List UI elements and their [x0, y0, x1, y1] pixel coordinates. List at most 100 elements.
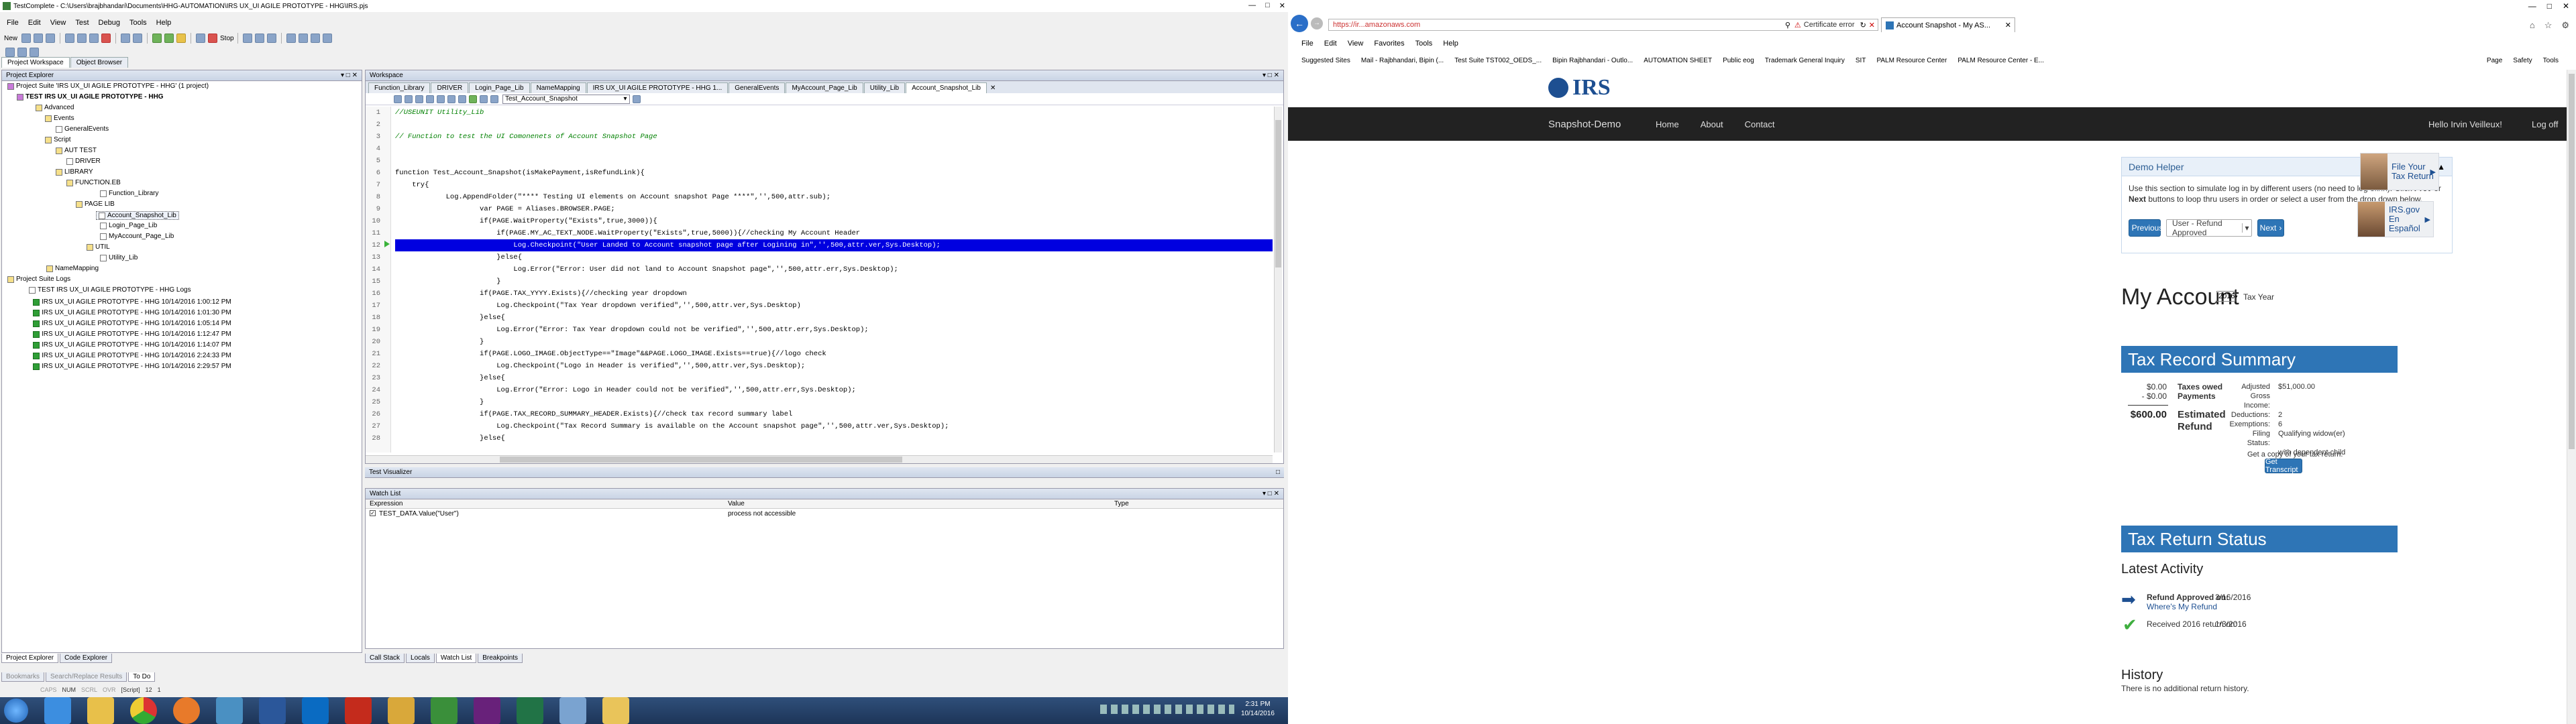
cmd-page[interactable]: Page [2487, 57, 2502, 64]
fav-public-eog[interactable]: Public eog [1723, 57, 1754, 64]
fav-suggested-sites[interactable]: Suggested Sites [1301, 57, 1350, 64]
tab-project-log[interactable]: IRS UX_UI AGILE PROTOTYPE - HHG 1... [586, 82, 729, 93]
promo-irs-espanol[interactable]: IRS.gov En Español ▶ [2357, 201, 2434, 237]
tree-log[interactable]: IRS UX_UI AGILE PROTOTYPE - HHG 10/14/20… [33, 309, 231, 316]
tab-project-explorer[interactable]: Project Explorer [1, 654, 59, 663]
tree-function-eb[interactable]: FUNCTION.EB [66, 179, 121, 186]
code-line[interactable]: 2 [366, 119, 1273, 131]
tree-project[interactable]: TEST IRS UX_UI AGILE PROTOTYPE - HHG [17, 93, 164, 101]
code-line[interactable]: 10 if(PAGE.WaitProperty("Exists",true,30… [366, 215, 1273, 227]
code-line[interactable]: 8 Log.AppendFolder("**** Testing UI elem… [366, 191, 1273, 203]
code-line[interactable]: 11 if(PAGE.MY_AC_TEXT_NODE.WaitProperty(… [366, 227, 1273, 239]
panel-buttons[interactable]: ▾ □ ✕ [1263, 490, 1279, 497]
tree-project-suite[interactable]: Project Suite 'IRS UX_UI AGILE PROTOTYPE… [7, 82, 209, 90]
fav-palm[interactable]: PALM Resource Center [1876, 57, 1947, 64]
tree-myaccount-page-lib[interactable]: MyAccount_Page_Lib [100, 233, 174, 240]
tab-code-explorer[interactable]: Code Explorer [60, 654, 113, 663]
menu-debug[interactable]: Debug [99, 19, 120, 27]
tree-project-logs[interactable]: TEST IRS UX_UI AGILE PROTOTYPE - HHG Log… [29, 286, 191, 294]
search-icon[interactable]: ⚲ [1785, 21, 1790, 29]
comment-icon[interactable] [426, 95, 434, 103]
tree-library[interactable]: LIBRARY [56, 168, 93, 176]
tab-to-do[interactable]: To Do [128, 672, 156, 682]
indent-icon[interactable] [437, 95, 445, 103]
menu-edit[interactable]: Edit [28, 19, 41, 27]
menu-view[interactable]: View [1348, 40, 1364, 48]
code-line[interactable]: 4 [366, 143, 1273, 155]
code-line[interactable]: 5 [366, 155, 1273, 167]
tab-watch-list[interactable]: Watch List [435, 654, 477, 663]
tab-breakpoints[interactable]: Breakpoints [478, 654, 523, 663]
window-icon[interactable] [298, 34, 308, 43]
irs-logo[interactable]: IRS [1548, 75, 1611, 101]
outlook-icon[interactable] [302, 697, 329, 724]
tab-bookmarks[interactable]: Bookmarks [1, 672, 45, 682]
vs-icon[interactable] [474, 697, 500, 724]
folder-icon[interactable] [87, 697, 114, 724]
get-transcript-button[interactable]: Get Transcript [2265, 458, 2302, 474]
code-line[interactable]: 9 var PAGE = Aliases.BROWSER.PAGE; [366, 203, 1273, 215]
nav-contact[interactable]: Contact [1745, 119, 1775, 129]
maximize-icon[interactable]: □ [2547, 1, 2552, 11]
code-line[interactable]: 28 }else{ [366, 432, 1273, 444]
redo-icon[interactable] [133, 34, 143, 43]
code-line[interactable]: 3 // Function to test the UI Comonenets o… [366, 131, 1273, 143]
code-line[interactable]: 6 function Test_Account_Snapshot(isMakePa… [366, 167, 1273, 179]
cut-icon[interactable] [65, 34, 75, 43]
checkpoint-icon[interactable] [17, 48, 27, 57]
tab-locals[interactable]: Locals [406, 654, 435, 663]
close-icon[interactable]: ✕ [1279, 1, 1285, 10]
scroll-thumb[interactable] [2569, 74, 2575, 449]
cmd-tools[interactable]: Tools [2543, 57, 2559, 64]
stop-icon[interactable] [208, 34, 218, 43]
open-icon[interactable] [21, 34, 32, 43]
tree-general-events[interactable]: GeneralEvents [56, 125, 109, 133]
layout-icon[interactable] [286, 34, 296, 43]
undo-icon[interactable] [121, 34, 131, 43]
tree-utility-lib[interactable]: Utility_Lib [100, 254, 138, 261]
tree-advanced[interactable]: Advanced [36, 104, 74, 111]
tree-log[interactable]: IRS UX_UI AGILE PROTOTYPE - HHG 10/14/20… [33, 341, 231, 349]
menu-file[interactable]: File [1301, 40, 1313, 48]
properties-icon[interactable] [30, 48, 39, 57]
nav-log-off[interactable]: Log off [2532, 119, 2559, 129]
code-line[interactable]: 27 Log.Checkpoint("Tax Record Summary is… [366, 420, 1273, 432]
menu-tools[interactable]: Tools [1415, 40, 1433, 48]
step-out-icon[interactable] [266, 34, 276, 43]
tree-log[interactable]: IRS UX_UI AGILE PROTOTYPE - HHG 10/14/20… [33, 330, 231, 338]
refresh-icon[interactable]: ↻ [1860, 21, 1866, 29]
fav-test-suite[interactable]: Test Suite TST002_OEDS_... [1454, 57, 1542, 64]
tree-util[interactable]: UTIL [87, 243, 110, 251]
code-line[interactable]: 15 } [366, 276, 1273, 288]
fav-mail[interactable]: Mail - Rajbhandari, Bipin (... [1361, 57, 1444, 64]
code-line[interactable]: 25 } [366, 396, 1273, 408]
address-bar[interactable]: https://ir...amazonaws.com ⚲ ⚠ Certifica… [1328, 19, 1878, 31]
home-icon[interactable]: ⌂ [2530, 20, 2535, 31]
tree-log[interactable]: IRS UX_UI AGILE PROTOTYPE - HHG 10/14/20… [33, 363, 231, 370]
minimize-icon[interactable]: — [2528, 1, 2536, 11]
checkbox[interactable]: ✓ [370, 510, 376, 516]
minimize-icon[interactable]: — [1248, 1, 1256, 10]
tree-log[interactable]: IRS UX_UI AGILE PROTOTYPE - HHG 10/14/20… [33, 298, 231, 306]
code-line[interactable]: 13 }else{ [366, 251, 1273, 263]
code-line[interactable]: 14 Log.Error("Error: User did not land t… [366, 263, 1273, 276]
code-line[interactable]: 17 Log.Checkpoint("Tax Year dropdown ver… [366, 300, 1273, 312]
tree-driver[interactable]: DRIVER [66, 158, 101, 165]
favorites-icon[interactable]: ☆ [2544, 20, 2553, 31]
stop-button[interactable]: Stop [220, 35, 234, 42]
routine-selector[interactable]: Test_Account_Snapshot ▾ [502, 94, 630, 104]
close-tab-icon[interactable]: ✕ [990, 84, 996, 92]
browser-tab[interactable]: Account Snapshot - My AS... ✕ [1881, 17, 2015, 32]
menu-help[interactable]: Help [156, 19, 172, 27]
wheres-my-refund-link[interactable]: Where's My Refund [2147, 602, 2217, 611]
delete-icon[interactable] [101, 34, 111, 43]
column-type[interactable]: Type [1114, 500, 1129, 507]
next-button[interactable]: Next › [2257, 219, 2284, 237]
tab-search-results[interactable]: Search/Replace Results [46, 672, 127, 682]
ie-icon[interactable] [44, 697, 71, 724]
clock[interactable]: 2:31 PM 10/14/2016 [1241, 700, 1275, 719]
acrobat-icon[interactable] [345, 697, 372, 724]
close-icon[interactable]: ✕ [2563, 1, 2569, 11]
menu-help[interactable]: Help [1443, 40, 1458, 48]
save-all-icon[interactable] [46, 34, 56, 43]
